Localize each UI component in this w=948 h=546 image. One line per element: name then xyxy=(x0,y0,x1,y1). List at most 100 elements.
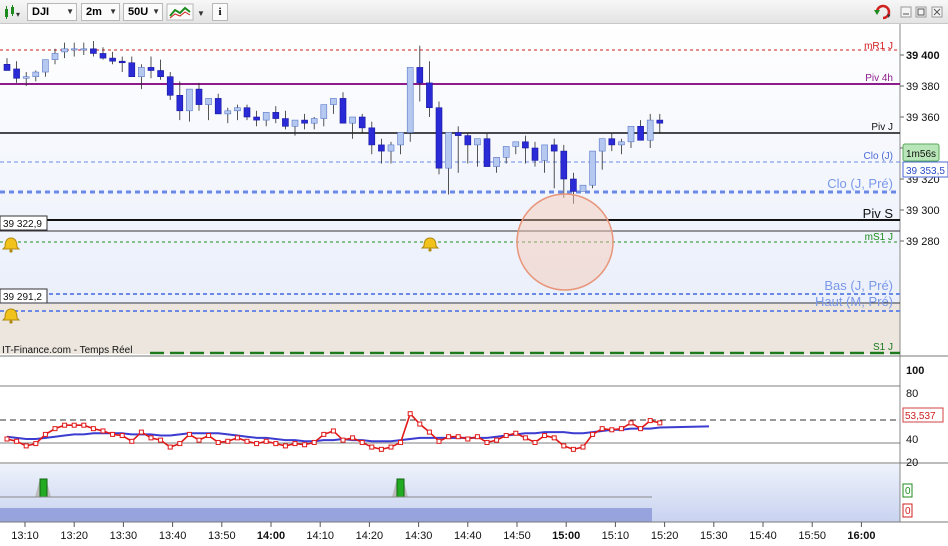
time-tick-label: 14:20 xyxy=(356,530,384,542)
candle-body xyxy=(579,184,587,192)
rsi-point xyxy=(657,420,663,426)
rsi-point xyxy=(225,438,231,444)
rsi-point xyxy=(590,431,596,437)
candle-body xyxy=(541,144,548,161)
rsi-point xyxy=(455,434,461,440)
candle-body xyxy=(147,67,155,71)
candle-body xyxy=(13,68,20,79)
timeframe-label: 2m xyxy=(86,6,102,18)
svg-text:▾: ▾ xyxy=(16,10,20,19)
candle-body xyxy=(560,150,568,180)
timeframe-selector[interactable]: 2m ▼ xyxy=(81,3,120,21)
data-source-label: IT-Finance.com - Temps Réel xyxy=(2,345,132,356)
ms1-label: mS1 J xyxy=(865,232,893,243)
candle-body xyxy=(416,67,424,84)
rsi-point xyxy=(369,444,375,450)
candle xyxy=(406,67,414,142)
rsi-point xyxy=(100,428,106,434)
candle-body xyxy=(301,119,308,124)
rsi-point xyxy=(23,443,29,449)
rsi-point xyxy=(148,435,154,441)
candle-body xyxy=(224,110,232,115)
candle-body xyxy=(589,150,596,186)
candle-body xyxy=(474,138,481,146)
chart-mode-icon[interactable]: ▾ xyxy=(3,3,23,21)
rsi-point xyxy=(311,439,317,445)
rsi-point xyxy=(350,435,356,441)
rsi-point xyxy=(110,431,116,437)
candle-body xyxy=(656,119,664,124)
info-icon: i xyxy=(218,6,222,18)
basj-label: Bas (J, Pré) xyxy=(824,278,893,293)
time-tick-label: 15:00 xyxy=(552,530,580,542)
pivs-label: Piv S xyxy=(863,206,894,221)
pivj-label: Piv J xyxy=(871,122,893,133)
symbol-label: DJI xyxy=(32,6,50,18)
rsi-point xyxy=(647,418,653,424)
candle-body xyxy=(61,48,68,53)
price-tick-label: 39 380 xyxy=(906,81,940,93)
cloj-label: Clo (J) xyxy=(864,151,893,162)
candle-body xyxy=(157,70,164,77)
candle-body xyxy=(618,141,625,146)
candle-body xyxy=(51,53,59,60)
rsi-point xyxy=(436,438,442,444)
candle-body xyxy=(282,118,289,127)
rsi-point xyxy=(398,439,404,445)
price-chart[interactable]: mR1 J Piv 4h Piv J Clo (J) Clo (J, Pré) … xyxy=(0,24,948,543)
info-button[interactable]: i xyxy=(212,3,228,21)
rsi-point xyxy=(628,420,634,426)
time-axis: 13:10 13:20 13:30 13:40 13:50 14:00 14:10 14:20… xyxy=(11,522,875,542)
countdown-label: 1m56s xyxy=(906,149,936,160)
symbol-selector[interactable]: DJI ▼ xyxy=(27,3,77,21)
chart-style-icon[interactable]: ▼ xyxy=(166,3,208,21)
rsi-point xyxy=(609,427,615,433)
rsi-point xyxy=(71,422,77,428)
maximize-icon[interactable] xyxy=(914,3,928,21)
rsi-point xyxy=(513,430,519,436)
rsi-value-label: 53,537 xyxy=(905,411,936,422)
rsi-point xyxy=(42,431,48,437)
rsi-point xyxy=(206,433,212,439)
refresh-icon[interactable]: ▾ xyxy=(872,3,894,21)
units-selector[interactable]: 50U ▼ xyxy=(123,3,163,21)
candle-body xyxy=(550,144,558,152)
rsi-point xyxy=(244,438,250,444)
svg-text:▼: ▼ xyxy=(197,9,205,18)
time-tick-label: 13:50 xyxy=(208,530,236,542)
alert-tag-upper-label: 39 322,9 xyxy=(3,219,42,230)
candle-body xyxy=(349,116,356,124)
price-tick-label: 39 280 xyxy=(906,236,940,248)
highlight-circle xyxy=(516,193,614,291)
candle-body xyxy=(406,67,414,133)
candle-body xyxy=(637,126,644,141)
volume-baseline-bar xyxy=(0,508,652,522)
candle-body xyxy=(262,112,270,121)
time-tick-label: 13:10 xyxy=(11,530,39,542)
current-price-label: 39 353,5 xyxy=(906,166,945,177)
rsi-point xyxy=(282,443,288,449)
rsi-point xyxy=(340,437,346,443)
price-tick-label: 39 360 xyxy=(906,112,940,124)
chevron-down-icon: ▼ xyxy=(152,7,160,16)
candle-body xyxy=(176,95,184,112)
rsi-point xyxy=(484,439,490,445)
candle-body xyxy=(80,48,88,51)
rsi-point xyxy=(330,428,336,434)
rsi-point xyxy=(33,441,39,447)
rsi-point xyxy=(359,439,365,445)
volume-label-top: 0 xyxy=(905,486,911,497)
candle-body xyxy=(445,132,452,169)
candle-body xyxy=(128,62,136,77)
candle-body xyxy=(291,119,299,127)
chart-area[interactable]: mR1 J Piv 4h Piv J Clo (J) Clo (J, Pré) … xyxy=(0,24,948,543)
candle-body xyxy=(320,104,328,119)
close-icon[interactable] xyxy=(930,3,944,21)
rsi-point xyxy=(446,434,452,440)
candle-body xyxy=(243,107,251,118)
chevron-down-icon: ▼ xyxy=(66,7,74,16)
minimize-icon[interactable] xyxy=(899,3,913,21)
rsi-point xyxy=(292,441,298,447)
time-tick-label: 13:20 xyxy=(60,530,88,542)
rsi-point xyxy=(618,426,624,432)
